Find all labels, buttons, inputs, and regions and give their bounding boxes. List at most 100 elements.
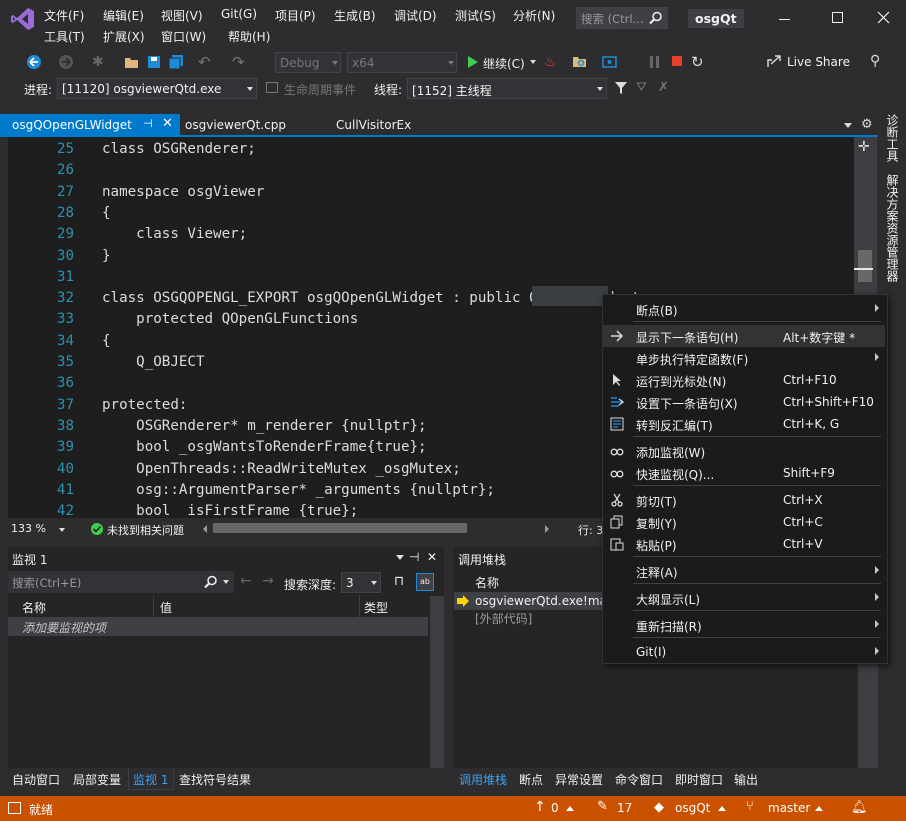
open-folder-icon[interactable]: [124, 55, 140, 72]
context-menu-item[interactable]: 单步执行特定函数(F): [603, 347, 885, 369]
menu-item[interactable]: 生成(B): [334, 7, 376, 24]
close-icon[interactable]: ✕: [162, 116, 173, 131]
code-line[interactable]: {: [102, 205, 111, 221]
search-forward-icon[interactable]: →: [262, 573, 274, 589]
bottom-tab[interactable]: 命令窗口: [615, 771, 663, 788]
split-icon[interactable]: ✛: [858, 139, 870, 155]
back-icon[interactable]: [26, 54, 42, 73]
arrow-up-icon[interactable]: ↑: [534, 799, 546, 815]
close-icon[interactable]: ✕: [427, 550, 437, 564]
flag-threads-icon[interactable]: ✗: [658, 80, 669, 95]
close-button[interactable]: [868, 8, 898, 28]
forward-icon[interactable]: [58, 54, 74, 73]
config-select[interactable]: Debug: [275, 52, 341, 73]
restart-icon[interactable]: ↻: [691, 53, 704, 71]
hscroll-right-icon[interactable]: [545, 525, 549, 533]
bottom-tab[interactable]: 自动窗口: [12, 771, 60, 788]
tab-osgviewerqt[interactable]: osgviewerQt.cpp: [185, 118, 286, 132]
tool-tab-diagnostics[interactable]: 诊断工具: [881, 114, 901, 166]
new-project-icon[interactable]: ✱: [92, 54, 104, 70]
context-menu-item[interactable]: Git(I): [603, 641, 885, 663]
watch-col-type[interactable]: 类型: [364, 599, 388, 616]
undo-icon[interactable]: ↶: [198, 53, 211, 71]
lifecycle-events[interactable]: 生命周期事件: [284, 81, 356, 98]
watch-add-item[interactable]: 添加要监视的项: [22, 619, 106, 636]
menu-item[interactable]: Git(G): [221, 7, 257, 21]
bottom-tab[interactable]: 输出: [734, 771, 758, 788]
context-menu-item[interactable]: 断点(B): [603, 298, 885, 320]
gear-icon[interactable]: ⚙: [861, 117, 873, 132]
watch-col-value[interactable]: 值: [160, 599, 172, 616]
watch-col-name[interactable]: 名称: [22, 599, 46, 616]
status-edits-count[interactable]: 17: [617, 801, 632, 815]
menu-item[interactable]: 编辑(E): [103, 7, 144, 24]
pencil-icon[interactable]: ✎: [597, 799, 608, 814]
feedback-icon[interactable]: ⚲: [870, 53, 880, 69]
pin-icon[interactable]: ⊣: [143, 117, 153, 130]
screenshot-icon[interactable]: [602, 54, 618, 73]
bottom-tab[interactable]: 断点: [519, 771, 543, 788]
menu-item[interactable]: 帮助(H): [228, 28, 270, 45]
save-all-icon[interactable]: [168, 54, 184, 73]
context-menu-item[interactable]: 粘贴(P) Ctrl+V: [603, 533, 885, 555]
zoom-level[interactable]: 133 %: [11, 522, 46, 535]
context-menu-item[interactable]: 注释(A): [603, 560, 885, 582]
watch-vscroll[interactable]: [430, 596, 444, 768]
context-menu-item[interactable]: 设置下一条语句(X) Ctrl+Shift+F10: [603, 391, 885, 413]
hex-display-icon[interactable]: ab: [416, 573, 434, 591]
pause-icon[interactable]: [650, 56, 660, 71]
code-line[interactable]: {: [102, 333, 111, 349]
bottom-tab[interactable]: 即时窗口: [675, 771, 723, 788]
maximize-button[interactable]: [822, 8, 852, 28]
menu-item[interactable]: 工具(T): [44, 28, 85, 45]
context-menu-item[interactable]: 运行到光标处(N) Ctrl+F10: [603, 369, 885, 391]
status-branch[interactable]: master: [768, 801, 810, 815]
code-line[interactable]: }: [102, 248, 111, 264]
menu-item[interactable]: 窗口(W): [161, 28, 206, 45]
search-depth-select[interactable]: 3: [341, 572, 381, 593]
menu-item[interactable]: 测试(S): [455, 7, 496, 24]
context-menu-item[interactable]: 显示下一条语句(H) Alt+数字键 *: [603, 325, 885, 347]
menu-item[interactable]: 扩展(X): [103, 28, 145, 45]
code-line[interactable]: osg::ArgumentParser* _arguments {nullptr…: [102, 482, 495, 498]
pin-icon[interactable]: ⊣: [409, 550, 419, 564]
panel-dropdown-icon[interactable]: [396, 555, 404, 560]
browse-icon[interactable]: [572, 54, 588, 71]
context-menu-item[interactable]: 快速监视(Q)... Shift+F9: [603, 462, 885, 484]
context-menu-item[interactable]: 转到反汇编(T) Ctrl+K, G: [603, 413, 885, 435]
pin-expression-icon[interactable]: ⊓: [394, 574, 404, 589]
code-line[interactable]: OpenThreads::ReadWriteMutex _osgMutex;: [102, 461, 461, 477]
stop-icon[interactable]: [672, 56, 682, 66]
filter-icon[interactable]: [614, 81, 628, 98]
code-line[interactable]: protected QOpenGLFunctions: [102, 311, 358, 327]
notification-bell-icon[interactable]: 🔔︎: [851, 800, 868, 815]
menu-item[interactable]: 项目(P): [275, 7, 316, 24]
search-box[interactable]: 搜索 (Ctrl...: [576, 7, 668, 29]
context-menu-item[interactable]: 重新扫描(R): [603, 614, 885, 636]
chevron-down-icon[interactable]: [59, 528, 65, 532]
context-menu-item[interactable]: 大纲显示(L): [603, 587, 885, 609]
code-line[interactable]: bool _isFirstFrame {true};: [102, 503, 358, 518]
bottom-tab[interactable]: 局部变量: [73, 771, 121, 788]
tab-overflow-icon[interactable]: [844, 123, 852, 128]
context-menu-item[interactable]: 复制(Y) Ctrl+C: [603, 511, 885, 533]
search-back-icon[interactable]: ←: [240, 573, 252, 589]
issues-status[interactable]: 未找到相关问题: [107, 522, 184, 538]
bottom-tab[interactable]: 调用堆栈: [459, 771, 507, 788]
code-line[interactable]: namespace osgViewer: [102, 184, 264, 200]
search-input[interactable]: 搜索 (Ctrl...: [581, 11, 644, 27]
menu-item[interactable]: 分析(N): [513, 7, 555, 24]
menu-item[interactable]: 调试(D): [394, 7, 437, 24]
callstack-frame-main[interactable]: osgviewerQtd.exe!main(: [475, 594, 623, 608]
callstack-frame-external[interactable]: [外部代码]: [475, 610, 532, 627]
status-up-count[interactable]: 0: [551, 801, 559, 815]
code-line[interactable]: protected:: [102, 397, 187, 413]
status-repo[interactable]: osgQt: [675, 801, 710, 815]
menu-item[interactable]: 文件(F): [44, 7, 84, 24]
code-line[interactable]: bool _osgWantsToRenderFrame{true};: [102, 439, 426, 455]
save-icon[interactable]: [147, 55, 161, 72]
thread-select[interactable]: [1152] 主线程: [407, 78, 607, 99]
watch-search-box[interactable]: 搜索(Ctrl+E): [8, 571, 234, 593]
continue-button[interactable]: 继续(C): [464, 52, 538, 73]
context-menu-item[interactable]: 剪切(T) Ctrl+X: [603, 489, 885, 511]
